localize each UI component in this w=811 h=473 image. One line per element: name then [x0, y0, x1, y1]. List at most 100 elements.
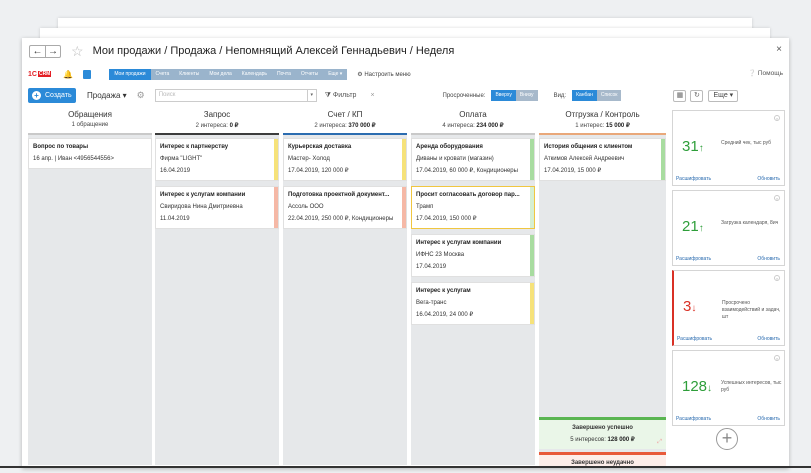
decode-link[interactable]: Расшифровать [676, 176, 711, 182]
close-icon[interactable]: × [776, 44, 782, 55]
column-body: История общения с клиентом Аткимов Алексе… [539, 135, 666, 468]
card-detail: 17.04.2019, 120 000 ₽ [288, 168, 349, 174]
close-icon[interactable]: × [774, 115, 780, 121]
column-count: 4 интереса: [442, 123, 475, 129]
card-color-strip [274, 187, 278, 228]
deal-card[interactable]: Интерес к услугам компании ИФНС 23 Москва… [411, 234, 535, 277]
kanban-column: Оплата 4 интереса: 234 000 ₽ Аренда оборуд… [411, 107, 535, 465]
column-count: 1 интерес: [575, 123, 605, 129]
menu-settings-button[interactable]: ⚙ Настроить меню [357, 71, 410, 78]
document-icon[interactable] [83, 69, 92, 79]
view-list-option[interactable]: Список [596, 90, 622, 101]
overdue-top-option[interactable]: Вверху [491, 90, 516, 101]
close-icon[interactable]: × [774, 275, 780, 281]
kanban-column: Запрос 2 интереса: 0 ₽ Интерес к партнерст… [155, 107, 279, 465]
column-title: Отгрузка / Контроль [565, 110, 640, 119]
module-tab[interactable]: Клиенты [174, 68, 205, 80]
column-header[interactable]: Счет / КП 2 интереса: 370 000 ₽ [283, 107, 407, 135]
bell-icon[interactable]: 🔔 [63, 70, 73, 79]
arrow-down-icon: ↓ [707, 383, 713, 394]
clear-filter-icon[interactable]: × [370, 92, 374, 99]
decode-link[interactable]: Расшифровать [676, 256, 711, 262]
column-count: 1 обращение [71, 122, 109, 128]
completed-success-count: 5 интересов: [570, 437, 606, 443]
card-title: Курьерская доставка [288, 144, 352, 150]
card-detail: 17.04.2019, 15 000 ₽ [544, 168, 602, 174]
refresh-link[interactable]: Обновить [757, 176, 780, 182]
grid-icon[interactable]: ▦ [673, 89, 687, 102]
card-detail: 16 апр. | Иван <4956544556> [33, 156, 114, 162]
back-arrow-icon[interactable]: ← [30, 46, 45, 57]
module-tab[interactable]: Почта [272, 68, 296, 80]
gear-icon[interactable]: ⚙ [137, 90, 145, 101]
column-amount: 370 000 ₽ [348, 123, 376, 129]
more-button[interactable]: Еще ▾ [708, 89, 739, 102]
kpi-widget: × 3↓ Просрочено взаимодействий и задач, шт… [672, 270, 785, 346]
arrow-up-icon: ↑ [698, 143, 704, 154]
card-color-strip [402, 187, 406, 228]
card-color-strip [661, 139, 665, 180]
column-summary: 4 интереса: 234 000 ₽ [411, 122, 535, 129]
create-button[interactable]: + Создать [28, 88, 76, 103]
overdue-bottom-option[interactable]: Внизу [515, 90, 538, 101]
refresh-link[interactable]: Обновить [757, 416, 780, 422]
decode-link[interactable]: Расшифровать [677, 336, 712, 342]
card-detail: 17.04.2019, 60 000 ₽, Кондиционеры [416, 168, 518, 174]
add-widget-button[interactable]: + [716, 428, 738, 450]
filter-button[interactable]: ⧩ Фильтр [325, 92, 357, 100]
column-amount: 15 000 ₽ [605, 123, 630, 129]
decode-link[interactable]: Расшифровать [676, 416, 711, 422]
search-input[interactable]: Поиск ▾ [154, 89, 317, 102]
deal-card[interactable]: Курьерская доставка Мастер- Холод 17.04.20… [283, 138, 407, 181]
deal-card[interactable]: История общения с клиентом Аткимов Алексе… [539, 138, 666, 181]
module-tab[interactable]: Еще ▾ [323, 68, 348, 80]
main-window: ← → ☆ Мои продажи / Продажа / Непомнящий… [22, 38, 789, 468]
column-header[interactable]: Запрос 2 интереса: 0 ₽ [155, 107, 279, 135]
module-tab[interactable]: Мои продажи [109, 68, 151, 80]
module-tab[interactable]: Календарь [236, 68, 273, 80]
card-detail: 16.04.2019 [160, 168, 191, 174]
deal-card[interactable]: Интерес к услугам Вега-транс 16.04.2019, 2… [411, 282, 535, 325]
nav-buttons: ← → [29, 44, 61, 58]
column-amount: 0 ₽ [229, 123, 239, 129]
module-tab[interactable]: Отчеты [295, 68, 324, 80]
kpi-widget: × 21↑ Загрузка календаря, 8ич Расшифровать О… [672, 190, 785, 266]
deal-card[interactable]: Вопрос по товары 16 апр. | Иван <49565445… [28, 138, 152, 169]
card-detail: Трамп [416, 204, 434, 210]
expand-icon[interactable]: ⤢ [657, 439, 662, 446]
view-kanban-option[interactable]: Канбан [572, 90, 597, 101]
deal-card[interactable]: Просит согласовать договор пар... Трамп 17… [411, 186, 535, 229]
card-color-strip [530, 283, 534, 324]
column-body: Интерес к партнерству Фирма "LIGHT" 16.04.… [155, 135, 279, 465]
close-icon[interactable]: × [774, 195, 780, 201]
card-detail: Аткимов Алексей Андреевич [544, 156, 625, 162]
column-title: Обращения [68, 110, 112, 119]
refresh-icon[interactable]: ↻ [690, 89, 704, 102]
completed-success-zone[interactable]: Завершено успешно 5 интересов: 128 000 ₽ ⤢ [539, 417, 666, 449]
close-icon[interactable]: × [774, 355, 780, 361]
forward-arrow-icon[interactable]: → [45, 45, 60, 57]
app-logo[interactable]: 1С CRM [28, 71, 52, 78]
kpi-number: 31 [682, 138, 699, 155]
card-title: Просит согласовать договор пар... [416, 192, 520, 198]
funnel-select[interactable]: Продажа ▾ [87, 91, 127, 100]
bottom-divider [0, 466, 811, 468]
deal-card[interactable]: Подготовка проектной документ... Ассоль О… [283, 186, 407, 229]
refresh-link[interactable]: Обновить [757, 336, 780, 342]
refresh-link[interactable]: Обновить [757, 256, 780, 262]
help-button[interactable]: ❔ Помощь [748, 69, 783, 77]
kanban-column: Обращения 1 обращение Вопрос по товары 16 а… [28, 107, 152, 465]
deal-card[interactable]: Интерес к партнерству Фирма "LIGHT" 16.04.… [155, 138, 279, 181]
card-title: Интерес к услугам компании [160, 192, 246, 198]
deal-card[interactable]: Аренда оборудования Диваны и кровати (маг… [411, 138, 535, 181]
column-header[interactable]: Оплата 4 интереса: 234 000 ₽ [411, 107, 535, 135]
module-tab[interactable]: Мои дела [204, 68, 237, 80]
chevron-down-icon[interactable]: ▾ [306, 90, 316, 101]
kanban-column: Счет / КП 2 интереса: 370 000 ₽ Курьерская… [283, 107, 407, 465]
favorite-star-icon[interactable]: ☆ [71, 43, 84, 60]
column-header[interactable]: Обращения 1 обращение [28, 107, 152, 135]
column-header[interactable]: Отгрузка / Контроль 1 интерес: 15 000 ₽ [539, 107, 666, 135]
module-tab[interactable]: Счета [150, 68, 175, 80]
deal-card[interactable]: Интерес к услугам компании Свиридова Нина… [155, 186, 279, 229]
column-count: 2 интереса: [314, 123, 347, 129]
